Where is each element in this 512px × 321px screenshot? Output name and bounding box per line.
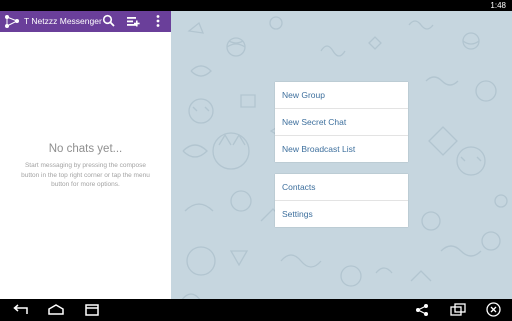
action-bar: T Netzzz Messenger [0,11,171,32]
menu-group-app: Contacts Settings [275,174,408,227]
screen-mirror-icon[interactable] [450,303,466,317]
share-icon[interactable] [415,303,429,317]
app-logo-icon [5,15,19,28]
menu-item-new-secret-chat[interactable]: New Secret Chat [275,109,408,136]
status-time: 1:48 [490,1,506,10]
chat-list-pane: T Netzzz Messenger No chats yet... Start… [0,11,171,299]
home-icon[interactable] [47,303,65,317]
menu-item-new-group[interactable]: New Group [275,82,408,109]
search-icon[interactable] [102,14,116,28]
menu-item-settings[interactable]: Settings [275,201,408,227]
overflow-menu-icon[interactable] [151,14,165,28]
close-icon[interactable] [486,302,501,317]
menu-group-new: New Group New Secret Chat New Broadcast … [275,82,408,162]
app-title: T Netzzz Messenger [24,16,102,26]
empty-state-title: No chats yet... [48,143,123,155]
compose-icon[interactable] [126,14,140,28]
back-icon[interactable] [11,303,29,317]
status-bar: 1:48 [0,0,512,11]
recent-apps-icon[interactable] [83,303,101,317]
empty-state-subtitle: Start messaging by pressing the compose … [21,162,150,188]
menu-item-contacts[interactable]: Contacts [275,174,408,201]
system-nav-bar [0,299,512,321]
menu-item-new-broadcast-list[interactable]: New Broadcast List [275,136,408,162]
